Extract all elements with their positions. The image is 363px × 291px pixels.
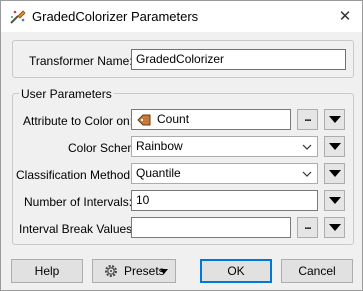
presets-label: Presets: [124, 264, 165, 278]
fme-transformer-icon: [10, 10, 26, 24]
transformer-name-label: Transformer Name:: [29, 54, 133, 68]
attribute-field[interactable]: Count: [131, 109, 291, 130]
caret-down-icon: [329, 224, 341, 231]
dialog-window: GradedColorizer Parameters ✕ Transformer…: [0, 0, 363, 291]
help-button[interactable]: Help: [11, 259, 83, 283]
intervals-menu-button[interactable]: [324, 190, 345, 211]
attribute-menu-button[interactable]: [324, 109, 345, 130]
break-values-field[interactable]: [131, 217, 291, 238]
intervals-field[interactable]: 10: [131, 190, 318, 211]
color-scheme-value: Rainbow: [136, 139, 183, 153]
caret-down-icon: [329, 170, 341, 177]
cancel-button[interactable]: Cancel: [281, 259, 353, 283]
caret-down-icon: [160, 269, 168, 274]
break-values-menu-button[interactable]: [324, 217, 345, 238]
ok-button[interactable]: OK: [200, 259, 272, 283]
classification-value: Quantile: [136, 166, 181, 180]
attribute-label: Attribute to Color on:: [23, 114, 134, 128]
attribute-browse-button[interactable]: ...: [297, 109, 318, 130]
color-scheme-select[interactable]: Rainbow: [131, 136, 318, 157]
presets-button[interactable]: Presets: [92, 259, 176, 283]
close-icon[interactable]: ✕: [334, 6, 356, 26]
chevron-down-icon: [302, 144, 312, 150]
classification-label: Classification Method:: [16, 168, 134, 182]
chevron-down-icon: [302, 171, 312, 177]
break-values-browse-button[interactable]: ...: [297, 217, 318, 238]
caret-down-icon: [329, 116, 341, 123]
window-title: GradedColorizer Parameters: [32, 9, 199, 24]
user-parameters-legend: User Parameters: [19, 87, 114, 101]
gear-icon: [105, 265, 117, 277]
break-values-label: Interval Break Values:: [19, 222, 136, 236]
title-bar: GradedColorizer Parameters ✕: [1, 1, 362, 32]
caret-down-icon: [329, 197, 341, 204]
color-scheme-menu-button[interactable]: [324, 136, 345, 157]
attribute-value: Count: [157, 112, 190, 126]
caret-down-icon: [329, 143, 341, 150]
attribute-icon: [137, 114, 151, 126]
transformer-name-field[interactable]: GradedColorizer: [131, 49, 346, 70]
classification-menu-button[interactable]: [324, 163, 345, 184]
intervals-label: Number of Intervals:: [24, 195, 133, 209]
classification-select[interactable]: Quantile: [131, 163, 318, 184]
